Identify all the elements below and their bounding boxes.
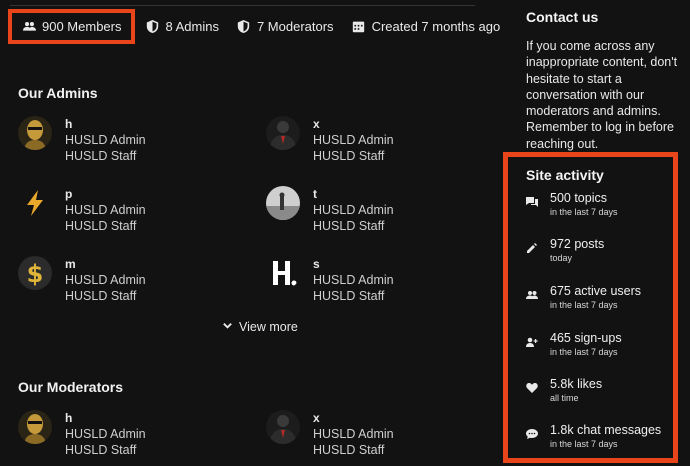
username[interactable]: m [65,256,146,272]
user-title: HUSLD Admin [65,273,146,287]
users-icon [526,288,540,312]
created-stat: Created 7 months ago [352,18,501,34]
moderators-label: 7 Moderators [256,18,334,34]
user-title: HUSLD Admin [313,203,394,217]
activity-value: 675 active users [550,284,642,298]
user-group: HUSLD Staff [65,443,137,457]
chevron-down-icon [222,320,233,334]
topics-icon [526,195,540,219]
activity-item-signups[interactable]: 465 sign-ups in the last 7 days [526,331,676,359]
contact-text: If you come across any inappropriate con… [526,39,678,151]
activity-period: today [550,253,573,263]
avatar[interactable] [266,116,300,150]
view-more-label: View more [239,320,298,334]
activity-item-topics[interactable]: 500 topics in the last 7 days [526,191,676,219]
heart-icon [526,381,540,405]
avatar[interactable] [18,186,52,220]
user-title: HUSLD Admin [313,133,394,147]
created-label: Created 7 months ago [371,18,501,34]
moderator-card[interactable]: x HUSLD Admin HUSLD Staff [266,410,486,458]
user-title: HUSLD Admin [313,273,394,287]
user-title: HUSLD Admin [65,133,146,147]
admins-title: Our Admins [18,85,98,101]
user-group: HUSLD Staff [65,289,137,303]
activity-period: all time [550,393,579,403]
activity-value: 465 sign-ups [550,331,622,345]
user-group: HUSLD Staff [65,219,137,233]
user-group: HUSLD Staff [313,289,385,303]
user-group: HUSLD Staff [313,219,385,233]
user-plus-icon [526,335,540,359]
svg-text:$: $ [27,260,44,288]
stats-bar: 900 Members 8 Admins 7 Moderators Create… [7,6,518,46]
users-icon [22,19,36,33]
avatar[interactable]: $ [18,256,52,290]
moderators-title: Our Moderators [18,379,124,395]
username[interactable]: h [65,116,146,132]
username[interactable]: h [65,410,146,426]
activity-period: in the last 7 days [550,439,618,449]
admin-card[interactable]: x HUSLD Admin HUSLD Staff [266,116,486,164]
avatar[interactable] [18,116,52,150]
view-more-button[interactable]: View more [222,320,298,334]
activity-value: 1.8k chat messages [550,423,662,437]
activity-period: in the last 7 days [550,207,618,217]
shield-half-icon [237,19,251,33]
activity-period: in the last 7 days [550,300,618,310]
activity-value: 5.8k likes [550,377,603,391]
username[interactable]: p [65,186,146,202]
admin-card[interactable]: h HUSLD Admin HUSLD Staff [18,116,238,164]
admins-stat[interactable]: 8 Admins [145,18,219,34]
activity-value: 972 posts [550,237,605,251]
admin-card[interactable]: t HUSLD Admin HUSLD Staff [266,186,486,234]
members-stat[interactable]: 900 Members [7,8,136,44]
activity-title: Site activity [526,167,604,183]
avatar[interactable] [266,410,300,444]
moderators-stat[interactable]: 7 Moderators [237,19,334,34]
moderator-card[interactable]: h HUSLD Admin HUSLD Staff [18,410,238,458]
user-title: HUSLD Admin [65,427,146,441]
admin-card[interactable]: s HUSLD Admin HUSLD Staff [266,256,486,304]
activity-period: in the last 7 days [550,347,618,357]
username[interactable]: x [313,116,394,132]
avatar[interactable] [266,256,300,290]
username[interactable]: x [313,410,394,426]
username[interactable]: t [313,186,394,202]
avatar[interactable] [18,410,52,444]
avatar[interactable] [266,186,300,220]
user-group: HUSLD Staff [313,149,385,163]
pencil-icon [526,241,540,265]
activity-item-active-users[interactable]: 675 active users in the last 7 days [526,284,676,312]
admin-card[interactable]: $ m HUSLD Admin HUSLD Staff [18,256,238,304]
username[interactable]: s [313,256,394,272]
shield-icon [145,19,159,33]
activity-item-posts[interactable]: 972 posts today [526,237,676,265]
user-group: HUSLD Staff [65,149,137,163]
user-title: HUSLD Admin [313,427,394,441]
contact-title: Contact us [526,9,599,25]
user-title: HUSLD Admin [65,203,146,217]
admins-label: 8 Admins [165,18,219,34]
user-group: HUSLD Staff [313,443,385,457]
chat-icon [526,427,540,451]
activity-item-likes[interactable]: 5.8k likes all time [526,377,676,405]
admin-card[interactable]: p HUSLD Admin HUSLD Staff [18,186,238,234]
calendar-icon [352,19,366,33]
activity-item-chat[interactable]: 1.8k chat messages in the last 7 days [526,423,676,451]
members-label: 900 Members [42,18,122,34]
activity-value: 500 topics [550,191,607,205]
